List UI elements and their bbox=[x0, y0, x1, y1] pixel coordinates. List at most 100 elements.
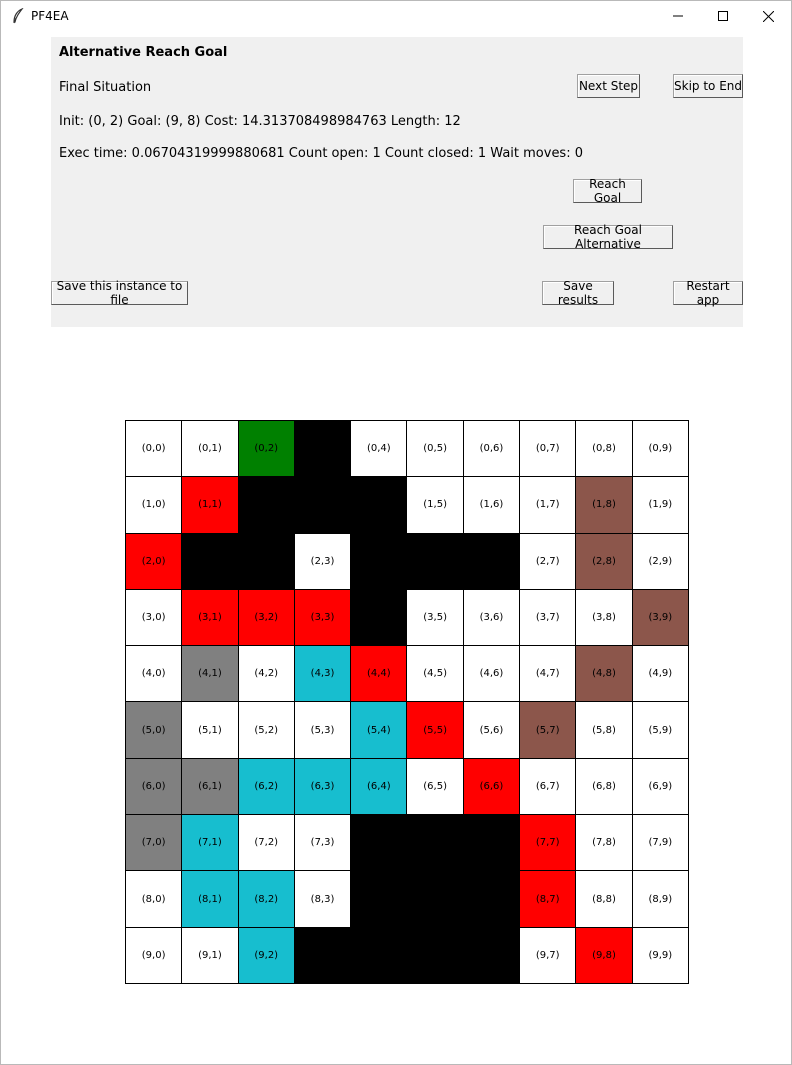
situation-label: Final Situation bbox=[59, 80, 152, 95]
grid-cell: (9,1) bbox=[182, 927, 239, 984]
grid-cell: (2,9) bbox=[632, 533, 689, 590]
grid-cell: (0,6) bbox=[463, 421, 521, 478]
grid-cell: (1,8) bbox=[576, 477, 633, 534]
grid-cell bbox=[463, 927, 521, 984]
grid-cell bbox=[463, 815, 521, 872]
grid-cell: (8,2) bbox=[238, 871, 295, 928]
maximize-icon bbox=[718, 11, 728, 21]
grid-cell: (0,8) bbox=[576, 421, 633, 478]
grid-cell: (9,7) bbox=[520, 927, 577, 984]
grid-cell: (8,7) bbox=[520, 871, 577, 928]
grid-cell: (3,2) bbox=[238, 589, 295, 647]
grid-cell: (2,3) bbox=[294, 533, 352, 590]
grid-cell: (3,9) bbox=[632, 589, 689, 647]
grid-cell: (9,9) bbox=[632, 927, 689, 984]
heading: Alternative Reach Goal bbox=[59, 45, 228, 60]
grid-cell bbox=[238, 533, 295, 590]
save-instance-button[interactable]: Save this instance to file bbox=[51, 279, 188, 307]
grid-cell bbox=[351, 477, 408, 534]
grid-cell bbox=[238, 477, 295, 534]
save-results-button[interactable]: Save results bbox=[542, 279, 614, 307]
minimize-icon bbox=[673, 15, 683, 17]
grid-cell: (3,8) bbox=[576, 589, 633, 647]
grid-cell bbox=[351, 927, 408, 984]
grid-cell: (0,1) bbox=[182, 421, 239, 478]
grid-cell: (5,4) bbox=[351, 702, 408, 759]
grid-cell: (4,0) bbox=[126, 646, 183, 703]
grid-cell: (1,6) bbox=[463, 477, 521, 534]
grid-cell: (7,0) bbox=[126, 815, 183, 872]
grid-cell bbox=[463, 871, 521, 928]
grid-cell: (4,5) bbox=[407, 646, 464, 703]
grid-cell: (6,7) bbox=[520, 758, 577, 816]
grid-cell: (6,3) bbox=[294, 758, 352, 816]
skip-to-end-button[interactable]: Skip to End bbox=[673, 74, 743, 98]
control-panel: Alternative Reach Goal Final Situation I… bbox=[51, 37, 743, 327]
grid-cell: (5,8) bbox=[576, 702, 633, 759]
grid-cell: (8,1) bbox=[182, 871, 239, 928]
window-title: PF4EA bbox=[31, 9, 69, 23]
grid-cell: (1,7) bbox=[520, 477, 577, 534]
grid-cell bbox=[182, 533, 239, 590]
grid-cell bbox=[407, 871, 464, 928]
grid-cell: (9,8) bbox=[576, 927, 633, 984]
reach-goal-button[interactable]: Reach Goal bbox=[573, 177, 642, 205]
grid-cell: (6,2) bbox=[238, 758, 295, 816]
grid-cell bbox=[351, 533, 408, 590]
title-bar[interactable]: PF4EA bbox=[1, 1, 791, 31]
grid-cell: (6,0) bbox=[126, 758, 183, 816]
grid-cell: (6,8) bbox=[576, 758, 633, 816]
grid-cell: (0,5) bbox=[407, 421, 464, 478]
grid-cell: (7,7) bbox=[520, 815, 577, 872]
grid-cell: (8,0) bbox=[126, 871, 183, 928]
grid-cell: (4,7) bbox=[520, 646, 577, 703]
grid-cell: (4,2) bbox=[238, 646, 295, 703]
grid-cell: (7,1) bbox=[182, 815, 239, 872]
grid-cell: (6,9) bbox=[632, 758, 689, 816]
app-window: PF4EA Alternative Reach Goal Final Situa… bbox=[0, 0, 792, 1065]
grid-cell: (5,5) bbox=[407, 702, 464, 759]
grid-cell: (8,3) bbox=[294, 871, 352, 928]
info-line: Init: (0, 2) Goal: (9, 8) Cost: 14.31370… bbox=[59, 114, 461, 129]
grid-cell: (9,0) bbox=[126, 927, 183, 984]
grid-cell: (3,7) bbox=[520, 589, 577, 647]
grid-cell: (1,1) bbox=[182, 477, 239, 534]
grid-cell: (3,1) bbox=[182, 589, 239, 647]
grid-cell: (5,3) bbox=[294, 702, 352, 759]
grid-cell: (2,8) bbox=[576, 533, 633, 590]
grid-cell: (6,5) bbox=[407, 758, 464, 816]
grid-cell: (3,0) bbox=[126, 589, 183, 647]
grid-cell bbox=[407, 927, 464, 984]
close-icon bbox=[762, 10, 774, 22]
grid-cell: (3,3) bbox=[294, 589, 352, 647]
grid-cell: (0,4) bbox=[351, 421, 408, 478]
grid-cell: (4,1) bbox=[182, 646, 239, 703]
maximize-button[interactable] bbox=[700, 1, 746, 31]
grid-cell: (0,7) bbox=[520, 421, 577, 478]
restart-app-button[interactable]: Restart app bbox=[673, 279, 743, 307]
grid-cell: (9,2) bbox=[238, 927, 295, 984]
grid-cell: (3,5) bbox=[407, 589, 464, 647]
reach-goal-alternative-button[interactable]: Reach Goal Alternative bbox=[543, 223, 673, 251]
grid-cell: (6,1) bbox=[182, 758, 239, 816]
feather-icon bbox=[13, 8, 24, 24]
grid-cell: (2,0) bbox=[126, 533, 183, 590]
grid-cell: (1,5) bbox=[407, 477, 464, 534]
grid-cell: (3,6) bbox=[463, 589, 521, 647]
grid-cell: (1,9) bbox=[632, 477, 689, 534]
grid-cell bbox=[351, 871, 408, 928]
next-step-button[interactable]: Next Step bbox=[577, 74, 640, 98]
grid-cell: (5,1) bbox=[182, 702, 239, 759]
grid-cell: (4,8) bbox=[576, 646, 633, 703]
grid-cell bbox=[407, 815, 464, 872]
close-button[interactable] bbox=[745, 1, 791, 31]
grid-cell bbox=[351, 815, 408, 872]
grid-cell bbox=[407, 533, 464, 590]
grid-cell bbox=[294, 927, 352, 984]
grid-cell bbox=[351, 589, 408, 647]
grid-cell: (5,0) bbox=[126, 702, 183, 759]
grid-cell: (2,7) bbox=[520, 533, 577, 590]
grid-cell: (7,8) bbox=[576, 815, 633, 872]
grid-cell: (6,6) bbox=[463, 758, 521, 816]
minimize-button[interactable] bbox=[655, 1, 701, 31]
